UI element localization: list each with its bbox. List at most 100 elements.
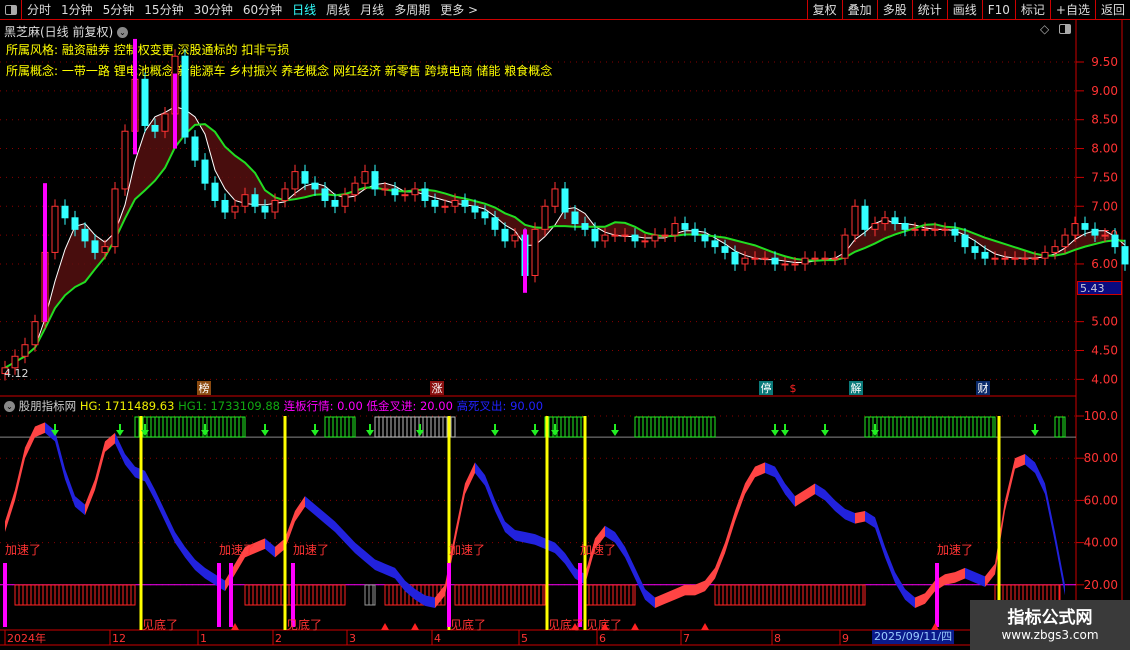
oscillator-segment	[695, 580, 705, 596]
time-label: 3	[349, 632, 356, 645]
ma-long-line	[4, 123, 1126, 369]
candle-body	[191, 136, 199, 161]
candle-body	[451, 199, 459, 207]
price-tick-label: 8.00	[1091, 142, 1118, 156]
oscillator-segment	[775, 466, 785, 495]
oscillator-segment	[665, 589, 675, 604]
price-tick-label: 7.50	[1091, 170, 1118, 184]
oscillator-segment	[855, 510, 865, 524]
candle-body	[571, 211, 579, 225]
candle-body	[641, 240, 649, 243]
candle-body	[241, 194, 249, 207]
price-tick-label: 4.50	[1091, 344, 1118, 358]
signal-tile-label: $	[790, 382, 797, 395]
oscillator-segment	[715, 542, 725, 579]
oscillator-segment	[305, 496, 315, 516]
candle-body	[761, 257, 769, 260]
price-tick-label: 9.50	[1091, 55, 1118, 69]
candle-body	[891, 217, 899, 225]
oscillator-segment	[85, 479, 95, 516]
oscillator-segment	[845, 508, 855, 524]
ind-tick-label: 60.00	[1084, 493, 1118, 507]
oscillator-segment	[925, 580, 935, 604]
time-label: 6	[599, 632, 606, 645]
oscillator-segment	[535, 534, 545, 549]
oscillator-segment	[945, 572, 955, 585]
oscillator-segment	[255, 538, 265, 554]
dj-value: 低金叉进: 20.00	[366, 399, 453, 413]
candle-body	[311, 182, 319, 190]
candle-body	[831, 257, 839, 260]
time-label: 2024年	[7, 631, 46, 645]
candle-body	[901, 223, 909, 230]
candle-body	[621, 234, 629, 237]
accel-label: 加速了	[219, 543, 255, 557]
oscillator-segment	[95, 441, 105, 490]
oscillator-segment	[745, 466, 755, 495]
down-arrow-icon	[821, 424, 829, 436]
bottom-label: 见底了	[142, 617, 178, 632]
oscillator-segment	[525, 532, 535, 545]
price-tick-label: 8.50	[1091, 113, 1118, 127]
down-arrow-icon	[491, 424, 499, 436]
lb-value: 连板行情: 0.00	[283, 399, 363, 413]
down-arrow-icon	[311, 424, 319, 436]
accel-label: 加速了	[937, 543, 973, 557]
price-tick-label: 9.00	[1091, 84, 1118, 98]
candle-body	[231, 205, 239, 213]
limit-up-bar	[43, 183, 47, 322]
oscillator-segment	[895, 572, 905, 600]
ind-tick-label: 100.0	[1084, 409, 1118, 423]
time-label: 8	[774, 632, 781, 645]
oscillator-segment	[615, 532, 625, 558]
accel-label: 加速了	[449, 543, 485, 557]
oscillator-segment	[365, 551, 375, 571]
candle-body	[1041, 251, 1049, 259]
candle-body	[1061, 234, 1069, 248]
watermark: 指标公式网 www.zbgs3.com	[970, 600, 1130, 650]
candle-body	[791, 263, 799, 266]
candle-body	[461, 199, 469, 207]
candle-body	[151, 124, 159, 132]
down-arrow-icon	[201, 424, 209, 436]
candle-body	[161, 113, 169, 132]
signal-tile-label: 解	[851, 381, 862, 395]
oscillator-segment	[915, 593, 925, 609]
candle-body	[1111, 234, 1119, 248]
candle-body	[271, 199, 279, 213]
oscillator-segment	[875, 517, 885, 558]
chevron-down-icon[interactable]: ⌄	[4, 401, 15, 412]
candle-body	[661, 234, 669, 237]
candle-body	[71, 217, 79, 230]
signal-line-magenta	[217, 563, 221, 627]
price-tick-label: 7.00	[1091, 199, 1118, 213]
signal-line-yellow	[283, 416, 287, 630]
candle-body	[361, 171, 369, 184]
oscillator-segment	[165, 510, 175, 543]
up-triangle-icon	[381, 623, 389, 630]
candle-body	[561, 188, 569, 213]
oscillator-segment	[815, 483, 825, 501]
oscillator-segment	[175, 532, 185, 558]
oscillator-segment	[195, 559, 205, 579]
candle-body	[751, 257, 759, 260]
down-arrow-icon	[366, 424, 374, 436]
time-label: 2	[275, 632, 282, 645]
candle-body	[981, 251, 989, 259]
oscillator-segment	[605, 525, 615, 543]
indicator-name: 股朋指标网	[18, 399, 77, 413]
candle-body	[401, 194, 409, 197]
oscillator-segment	[555, 542, 565, 564]
price-tick-label: 5.00	[1091, 315, 1118, 329]
candle-body	[931, 228, 939, 231]
accel-label: 加速了	[580, 543, 616, 557]
down-arrow-icon	[116, 424, 124, 436]
oscillator-segment	[155, 489, 165, 522]
candle-body	[301, 171, 309, 184]
time-label: 5	[521, 632, 528, 645]
candle-body	[691, 228, 699, 236]
oscillator-segment	[905, 589, 915, 609]
kline-chart[interactable]: 9.509.008.508.007.507.006.506.005.004.50…	[0, 0, 1130, 650]
bottom-label: 见底了	[286, 617, 322, 632]
candle-body	[511, 234, 519, 242]
